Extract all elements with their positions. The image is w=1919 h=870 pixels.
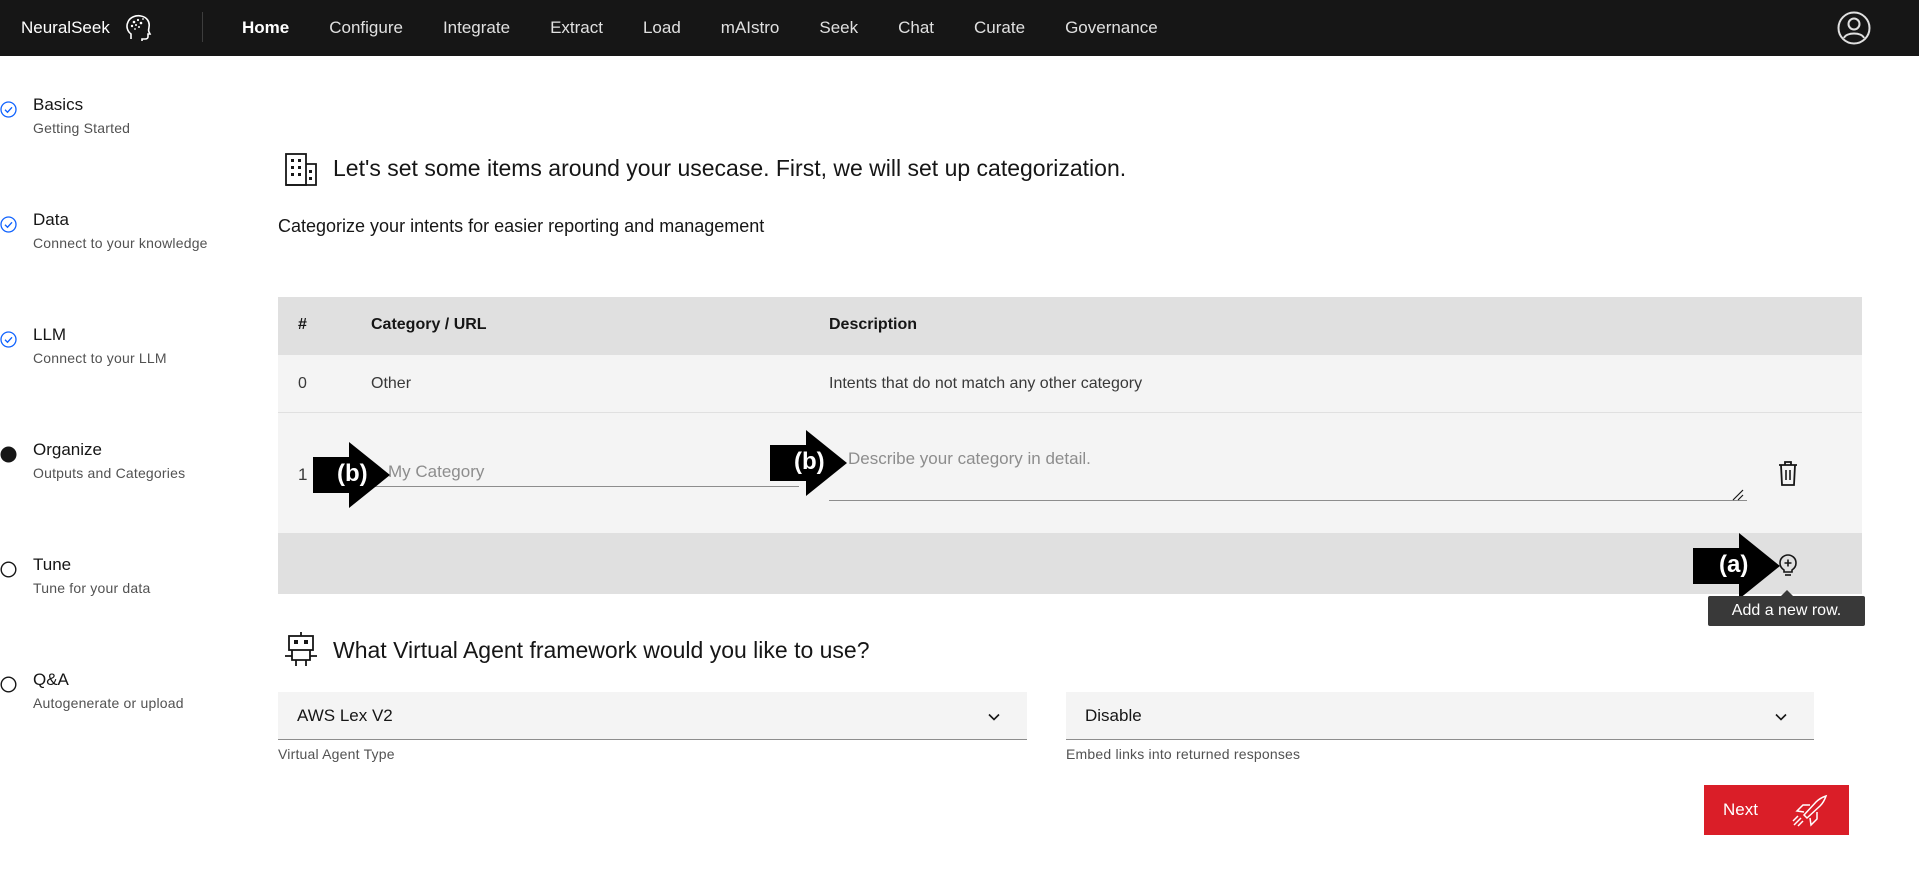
annotation-label: (b) — [794, 448, 825, 475]
next-button-label: Next — [1723, 800, 1758, 819]
select-value: AWS Lex V2 — [297, 706, 393, 725]
nav-curate[interactable]: Curate — [954, 0, 1045, 56]
add-row-tooltip: Add a new row. — [1708, 596, 1865, 626]
virtual-agent-heading: What Virtual Agent framework would you l… — [333, 637, 870, 663]
nav-configure[interactable]: Configure — [309, 0, 423, 56]
row-number: 1 — [298, 465, 308, 484]
nav-load[interactable]: Load — [623, 0, 701, 56]
step-title: Q&A — [33, 670, 69, 689]
annotation-arrow-a-add-row: (a) — [1693, 533, 1780, 599]
incomplete-step-icon — [0, 676, 17, 693]
description-textarea[interactable] — [829, 441, 1747, 501]
next-button[interactable]: Next — [1704, 785, 1849, 835]
nav-extract[interactable]: Extract — [530, 0, 623, 56]
step-title: Tune — [33, 555, 72, 574]
annotation-label: (a) — [1719, 551, 1749, 578]
trash-can-icon[interactable] — [1776, 459, 1800, 487]
chevron-down-icon — [1775, 713, 1787, 721]
resize-handle-icon[interactable] — [1732, 489, 1744, 501]
embed-links-select[interactable]: Disable — [1066, 692, 1814, 740]
table-row: 0 Other Intents that do not match any ot… — [278, 355, 1862, 413]
step-subtitle: Outputs and Categories — [33, 465, 186, 481]
row-description: Intents that do not match any other cate… — [829, 375, 1143, 392]
rocket-icon — [1792, 794, 1828, 827]
checkmark-outline-icon — [0, 331, 17, 348]
checkmark-outline-icon — [0, 101, 17, 118]
step-subtitle: Getting Started — [33, 120, 131, 136]
brand[interactable]: NeuralSeek — [21, 0, 154, 56]
step-subtitle: Connect to your LLM — [33, 350, 167, 366]
nav-integrate[interactable]: Integrate — [423, 0, 530, 56]
checkmark-outline-icon — [0, 216, 17, 233]
nav-governance[interactable]: Governance — [1045, 0, 1178, 56]
annotation-arrow-b-category: (b) — [313, 442, 390, 508]
chevron-down-icon — [988, 713, 1000, 721]
neuralseek-logo-icon — [126, 14, 152, 41]
nav-chat[interactable]: Chat — [878, 0, 954, 56]
table-header: # Category / URL Description — [278, 297, 1862, 355]
categorization-heading: Let's set some items around your usecase… — [333, 155, 1127, 181]
embed-links-helper: Embed links into returned responses — [1066, 746, 1301, 762]
nav-divider — [202, 12, 203, 42]
column-header-description: Description — [829, 316, 918, 333]
step-subtitle: Tune for your data — [33, 580, 151, 596]
building-icon — [285, 153, 317, 186]
nav-maistro[interactable]: mAIstro — [701, 0, 800, 56]
categorization-subheading: Categorize your intents for easier repor… — [278, 216, 765, 236]
virtual-agent-type-select[interactable]: AWS Lex V2 — [278, 692, 1027, 740]
row-category: Other — [371, 375, 412, 392]
nav-home[interactable]: Home — [222, 0, 309, 56]
column-header-number: # — [298, 316, 307, 333]
user-avatar-icon[interactable] — [1837, 11, 1871, 45]
step-title: LLM — [33, 325, 67, 344]
nav-seek[interactable]: Seek — [799, 0, 878, 56]
step-subtitle: Autogenerate or upload — [33, 695, 184, 711]
current-step-icon — [0, 446, 17, 463]
step-title: Data — [33, 210, 69, 229]
table-row-editable: 1 — [278, 413, 1862, 533]
category-input[interactable] — [371, 457, 799, 487]
step-title: Organize — [33, 440, 102, 459]
annotation-arrow-b-description: (b) — [770, 430, 847, 496]
step-title: Basics — [33, 95, 84, 114]
column-header-category: Category / URL — [371, 316, 487, 333]
select-value: Disable — [1085, 706, 1142, 725]
top-nav: NeuralSeek Home Configure Integrate Extr… — [0, 0, 1919, 56]
incomplete-step-icon — [0, 561, 17, 578]
nav-menu: Home Configure Integrate Extract Load mA… — [222, 0, 1178, 56]
bot-icon — [285, 632, 317, 666]
brand-name: NeuralSeek — [21, 18, 110, 37]
virtual-agent-type-helper: Virtual Agent Type — [278, 746, 395, 762]
row-number: 0 — [298, 375, 307, 392]
table-footer — [278, 533, 1862, 594]
annotation-label: (b) — [337, 460, 368, 487]
step-subtitle: Connect to your knowledge — [33, 235, 208, 251]
